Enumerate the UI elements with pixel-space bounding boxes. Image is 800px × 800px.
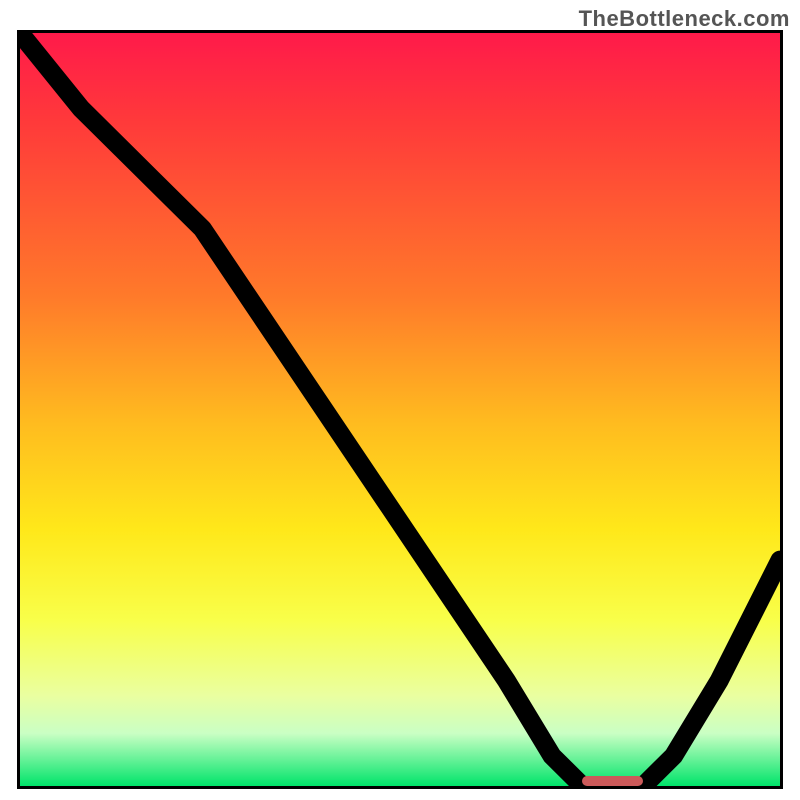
watermark-text: TheBottleneck.com <box>579 6 790 32</box>
optimal-marker <box>582 776 643 786</box>
bottleneck-curve <box>20 33 780 786</box>
curve-svg <box>20 33 780 786</box>
plot-area <box>17 30 783 789</box>
chart-container: TheBottleneck.com <box>0 0 800 800</box>
